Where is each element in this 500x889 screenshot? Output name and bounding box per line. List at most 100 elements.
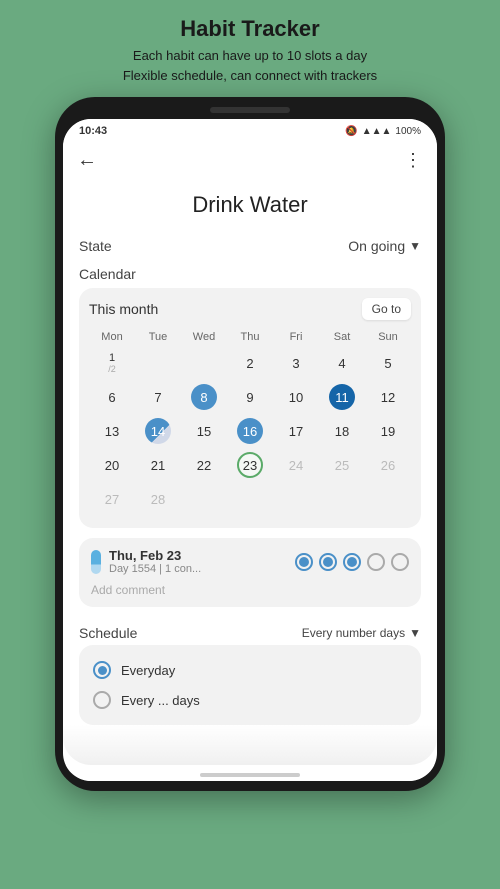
cal-day-3[interactable]: 3 [273,346,319,380]
battery-icon: 100% [395,126,421,137]
cal-empty-3 [273,482,319,516]
home-bar[interactable] [200,773,300,777]
goto-button[interactable]: Go to [362,298,411,320]
back-button[interactable]: ← [73,145,101,176]
calendar-row-1: 1/2 2 3 4 5 [89,346,411,380]
weekday-wed: Wed [181,328,227,346]
cal-day-26: 26 [365,448,411,482]
hero-title: Habit Tracker [180,16,319,42]
cal-day-15[interactable]: 15 [181,414,227,448]
state-label: State [79,238,112,254]
day-detail-card: Thu, Feb 23 Day 1554 | 1 con... Ad [79,538,421,607]
state-value-text: On going [348,238,405,254]
schedule-option-every-n[interactable]: Every ... days [93,685,407,715]
page-wrapper: Habit Tracker Each habit can have up to … [0,0,500,889]
weekday-thu: Thu [227,328,273,346]
cal-day-13[interactable]: 13 [89,414,135,448]
cal-day-8[interactable]: 8 [181,380,227,414]
schedule-row: Schedule Every number days ▼ [79,617,421,645]
hero-subtitle: Each habit can have up to 10 slots a day… [123,46,377,85]
calendar-row-3: 13 14 15 16 17 18 19 [89,414,411,448]
cal-day-10[interactable]: 10 [273,380,319,414]
schedule-options-card: Everyday Every ... days [79,645,421,725]
weekday-sat: Sat [319,328,365,346]
day-detail-date: Thu, Feb 23 [109,548,201,563]
add-comment[interactable]: Add comment [91,581,409,597]
state-dropdown[interactable]: On going ▼ [348,238,421,254]
cal-day-25: 25 [319,448,365,482]
bottom-fade [63,725,437,765]
status-icons: 🔕 ▲▲▲ 100% [345,126,421,137]
status-bar: 10:43 🔕 ▲▲▲ 100% [63,119,437,141]
circle-4[interactable] [367,553,385,571]
weekday-fri: Fri [273,328,319,346]
calendar-row-2: 6 7 8 9 10 11 12 [89,380,411,414]
schedule-dropdown-arrow: ▼ [409,626,421,640]
mute-icon: 🔕 [345,126,357,137]
cal-day-1[interactable]: 1/2 [89,346,135,380]
radio-every-n[interactable] [93,691,111,709]
cal-day-24: 24 [273,448,319,482]
circle-5[interactable] [391,553,409,571]
cal-day-9[interactable]: 9 [227,380,273,414]
cal-day-6[interactable]: 6 [89,380,135,414]
calendar-row-4: 20 21 22 23 24 25 26 [89,448,411,482]
schedule-option-every-n-label: Every ... days [121,693,200,708]
phone-home-bar [63,765,437,781]
cal-day-12[interactable]: 12 [365,380,411,414]
circle-2[interactable] [319,553,337,571]
weekday-mon: Mon [89,328,135,346]
day-detail-sub: Day 1554 | 1 con... [109,563,201,575]
cal-empty-5 [365,482,411,516]
cal-day-empty-1 [135,346,181,380]
cal-day-5[interactable]: 5 [365,346,411,380]
calendar-weekday-header: Mon Tue Wed Thu Fri Sat Sun [89,328,411,346]
calendar-grid: Mon Tue Wed Thu Fri Sat Sun [89,328,411,516]
calendar-label: Calendar [79,260,421,288]
cal-empty-4 [319,482,365,516]
signal-icon: ▲▲▲ [362,126,392,137]
cal-empty-2 [227,482,273,516]
cal-day-2[interactable]: 2 [227,346,273,380]
cal-day-20[interactable]: 20 [89,448,135,482]
phone-notch [210,107,290,113]
cal-day-27: 27 [89,482,135,516]
weekday-tue: Tue [135,328,181,346]
cal-day-18[interactable]: 18 [319,414,365,448]
radio-everyday[interactable] [93,661,111,679]
more-button[interactable]: ⋮ [404,150,423,171]
cal-day-16[interactable]: 16 [227,414,273,448]
schedule-option-everyday-label: Everyday [121,663,175,678]
cal-day-21[interactable]: 21 [135,448,181,482]
state-row: State On going ▼ [79,232,421,260]
cal-day-11[interactable]: 11 [319,380,365,414]
schedule-value-text: Every number days [302,626,405,640]
radio-everyday-dot [98,666,107,675]
cal-day-28: 28 [135,482,181,516]
cal-day-19[interactable]: 19 [365,414,411,448]
cal-day-7[interactable]: 7 [135,380,181,414]
circle-1[interactable] [295,553,313,571]
phone-screen: 10:43 🔕 ▲▲▲ 100% ← ⋮ Drink Water State [63,119,437,781]
cal-day-4[interactable]: 4 [319,346,365,380]
cal-day-22[interactable]: 22 [181,448,227,482]
phone-notch-bar [63,107,437,113]
schedule-option-everyday[interactable]: Everyday [93,655,407,685]
cal-day-17[interactable]: 17 [273,414,319,448]
cal-empty-1 [181,482,227,516]
cal-day-14[interactable]: 14 [135,414,181,448]
weekday-sun: Sun [365,328,411,346]
top-nav: ← ⋮ [63,141,437,184]
screen-content: Drink Water State On going ▼ Calendar Th… [63,184,437,725]
status-time: 10:43 [79,125,107,137]
month-label: This month [89,301,158,317]
cal-day-23-today[interactable]: 23 [227,448,273,482]
schedule-label: Schedule [79,625,137,641]
habit-title: Drink Water [79,184,421,232]
day-circles [295,553,409,571]
day-detail-header: Thu, Feb 23 Day 1554 | 1 con... [91,548,409,575]
circle-3[interactable] [343,553,361,571]
phone-shell: 10:43 🔕 ▲▲▲ 100% ← ⋮ Drink Water State [55,97,445,791]
state-dropdown-arrow: ▼ [409,239,421,253]
schedule-dropdown[interactable]: Every number days ▼ [302,626,421,640]
